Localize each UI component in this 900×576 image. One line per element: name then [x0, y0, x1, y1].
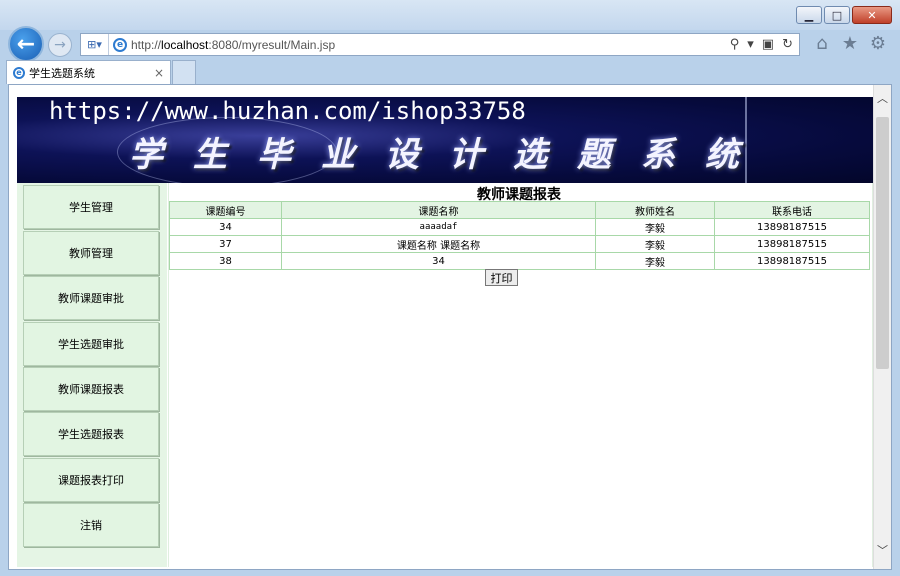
cell-teacher-name: 李毅 — [595, 235, 715, 253]
window-titlebar: ▁ □ ✕ — [0, 0, 900, 30]
cell-phone: 13898187515 — [714, 218, 870, 236]
table-row: 34 aaaadaf 李毅 13898187515 — [169, 218, 870, 236]
url-path: :8080/myresult/Main.jsp — [208, 37, 336, 52]
report-table: 课题编号 课题名称 教师姓名 联系电话 34 aaaadaf 李毅 138981… — [169, 201, 870, 270]
scroll-down-icon[interactable]: ﹀ — [874, 541, 891, 559]
page-viewport: https://www.huzhan.com/ishop33758 学生毕业设计… — [8, 84, 892, 570]
window-controls: ▁ □ ✕ — [796, 6, 892, 24]
refresh-icon[interactable]: ↻ — [782, 37, 793, 52]
dropdown-icon[interactable]: ▾ — [747, 37, 754, 52]
browser-right-icons: ⌂ ★ ⚙ — [812, 33, 888, 54]
cell-phone: 13898187515 — [714, 235, 870, 253]
table-header-row: 课题编号 课题名称 教师姓名 联系电话 — [169, 201, 870, 219]
home-icon[interactable]: ⌂ — [812, 33, 832, 54]
banner-watermark: https://www.huzhan.com/ishop33758 — [49, 97, 526, 125]
page-content: https://www.huzhan.com/ishop33758 学生毕业设计… — [17, 97, 873, 567]
close-window-icon[interactable]: ✕ — [852, 6, 892, 24]
ie-page-icon: e — [113, 37, 127, 52]
compatibility-view-icon[interactable]: ▣ — [762, 37, 774, 52]
address-tools: ⚲ ▾ ▣ ↻ — [730, 37, 799, 52]
compat-icon[interactable]: ⊞▾ — [81, 34, 109, 55]
table-row: 37 课题名称 课题名称 李毅 13898187515 — [169, 235, 870, 253]
search-icon[interactable]: ⚲ — [730, 37, 740, 52]
url-host: localhost — [161, 37, 209, 52]
scroll-up-icon[interactable]: ︿ — [874, 89, 891, 107]
sidebar-item-teacher-topic-report[interactable]: 教师课题报表 — [23, 367, 159, 411]
tab-close-icon[interactable]: × — [154, 66, 170, 80]
tab-current[interactable]: e 学生选题系统 × — [6, 60, 171, 84]
address-bar[interactable]: ⊞▾ e http://localhost:8080/myresult/Main… — [80, 33, 800, 56]
cell-phone: 13898187515 — [714, 252, 870, 270]
table-row: 38 34 李毅 13898187515 — [169, 252, 870, 270]
site-banner: https://www.huzhan.com/ishop33758 学生毕业设计… — [17, 97, 873, 183]
column-header-topic-name: 课题名称 — [281, 201, 596, 219]
cell-topic-id: 38 — [169, 252, 282, 270]
favorites-star-icon[interactable]: ★ — [840, 33, 860, 54]
cell-topic-id: 37 — [169, 235, 282, 253]
banner-title: 学生毕业设计选题系统 — [129, 135, 769, 175]
tab-ie-icon: e — [13, 66, 25, 79]
gear-icon[interactable]: ⚙ — [868, 33, 888, 54]
tab-title: 学生选题系统 — [29, 66, 95, 80]
tab-bar: e 学生选题系统 × — [0, 60, 900, 84]
column-header-teacher-name: 教师姓名 — [595, 201, 715, 219]
cell-teacher-name: 李毅 — [595, 218, 715, 236]
print-button[interactable]: 打印 — [485, 269, 518, 286]
column-header-phone: 联系电话 — [714, 201, 870, 219]
cell-teacher-name: 李毅 — [595, 252, 715, 270]
sidebar-item-student-selection-report[interactable]: 学生选题报表 — [23, 412, 159, 456]
vertical-scrollbar[interactable]: ︿ ﹀ — [873, 85, 891, 569]
url-text[interactable]: http://localhost:8080/myresult/Main.jsp — [131, 38, 730, 52]
sidebar-item-student-selection-approval[interactable]: 学生选题审批 — [23, 322, 159, 366]
scroll-thumb[interactable] — [876, 117, 889, 369]
sidebar-item-teacher-topic-approval[interactable]: 教师课题审批 — [23, 276, 159, 320]
column-header-topic-id: 课题编号 — [169, 201, 282, 219]
maximize-icon[interactable]: □ — [824, 6, 850, 24]
sidebar-item-student-management[interactable]: 学生管理 — [23, 185, 159, 229]
forward-button[interactable]: → — [48, 33, 72, 57]
new-tab-button[interactable] — [172, 60, 196, 84]
minimize-icon[interactable]: ▁ — [796, 6, 822, 24]
cell-topic-name: aaaadaf — [281, 218, 596, 236]
back-button[interactable]: ← — [8, 26, 44, 62]
cell-topic-name: 34 — [281, 252, 596, 270]
main-panel: 教师课题报表 课题编号 课题名称 教师姓名 联系电话 34 aaaadaf 李毅… — [168, 183, 873, 567]
url-scheme: http:// — [131, 37, 162, 52]
sidebar: 学生管理 教师管理 教师课题审批 学生选题审批 教师课题报表 学生选题报表 课题… — [17, 183, 167, 567]
sidebar-item-logout[interactable]: 注销 — [23, 503, 159, 547]
cell-topic-name: 课题名称 课题名称 — [281, 235, 596, 253]
cell-topic-id: 34 — [169, 218, 282, 236]
sidebar-item-teacher-management[interactable]: 教师管理 — [23, 231, 159, 275]
sidebar-item-topic-report-print[interactable]: 课题报表打印 — [23, 458, 159, 502]
